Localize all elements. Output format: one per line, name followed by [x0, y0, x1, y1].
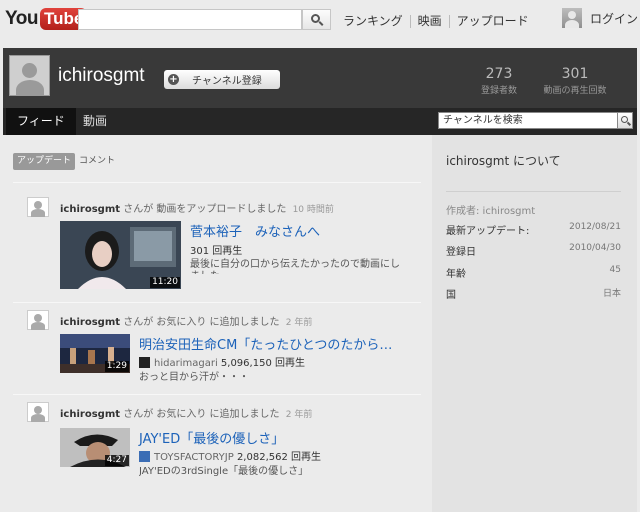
user-avatar-icon[interactable] [27, 197, 49, 217]
activity-user[interactable]: ichirosgmt [60, 409, 120, 420]
activity-action: さんが 動画をアップロードしました [123, 204, 287, 215]
activity-line: ichirosgmt さんが 動画をアップロードしました 10 時間前 [60, 200, 334, 215]
nav-movies[interactable]: 映画 [409, 15, 449, 28]
filter-comments[interactable]: コメント [75, 153, 119, 170]
video-description: おっと目から汗が・・・ [139, 372, 249, 383]
channel-header: ichirosgmt + チャンネル登録 273 登録者数 301 動画の再生回… [3, 48, 637, 108]
divider [13, 182, 421, 183]
search-icon [620, 116, 628, 123]
tab-feed[interactable]: フィード [6, 108, 76, 135]
stat-views-value: 301 [561, 66, 589, 82]
video-title[interactable]: 明治安田生命CM「たったひとつのたから… [139, 334, 392, 353]
video-description-cont: ました [190, 267, 412, 274]
activity-line: ichirosgmt さんが お気に入り に追加しました 2 年前 [60, 313, 312, 328]
activity-user[interactable]: ichirosgmt [60, 317, 120, 328]
feed-item: ichirosgmt さんが 動画をアップロードしました 10 時間前 11:2… [3, 197, 430, 297]
video-description: JAY'EDの3rdSingle「最後の優しさ」 [139, 466, 309, 477]
about-title: ichirosgmt について [446, 154, 561, 168]
stat-subscribers: 273 登録者数 [476, 66, 522, 96]
activity-action: さんが お気に入り に追加しました [123, 317, 280, 328]
about-value: 日本 [602, 289, 621, 299]
video-title[interactable]: JAY'ED「最後の優しさ」 [139, 428, 284, 447]
search-icon [311, 14, 320, 23]
about-value: 45 [609, 265, 621, 275]
divider [13, 302, 421, 303]
about-key: 国 [446, 290, 456, 301]
logo-you: You [5, 8, 38, 29]
about-key: 年齢 [446, 269, 466, 280]
feed-filter: アップデート コメント [13, 153, 119, 170]
activity-time: 2 年前 [285, 410, 313, 420]
stat-views-label: 動画の再生回数 [543, 86, 607, 96]
user-avatar-icon[interactable] [27, 310, 49, 330]
channel-tabs: フィード 動画 チャンネルを検索 [3, 108, 637, 135]
tab-videos[interactable]: 動画 [72, 108, 118, 135]
top-bar: You Tube ランキング 映画 アップロード ログイン [0, 0, 640, 44]
youtube-logo[interactable]: You Tube [5, 7, 88, 31]
user-avatar-icon [562, 8, 582, 28]
activity-time: 10 時間前 [292, 205, 334, 215]
nav-upload[interactable]: アップロード [448, 15, 536, 28]
about-value: 2012/08/21 [569, 222, 621, 232]
stat-subscribers-value: 273 [485, 66, 513, 82]
divider [13, 394, 421, 395]
stat-subscribers-label: 登録者数 [480, 86, 517, 96]
video-duration: 11:20 [150, 277, 180, 288]
channel-search-input[interactable]: チャンネルを検索 [438, 112, 618, 129]
video-thumbnail[interactable]: 1:29 [60, 334, 130, 373]
activity-action: さんが お気に入り に追加しました [123, 409, 280, 420]
stat-views: 301 動画の再生回数 [540, 66, 610, 96]
subscribe-label: チャンネル登録 [192, 76, 262, 87]
subscribe-button[interactable]: + チャンネル登録 [164, 70, 280, 89]
video-duration: 4:27 [104, 455, 129, 466]
search-input[interactable] [78, 9, 302, 30]
feed-item: ichirosgmt さんが お気に入り に追加しました 2 年前 4:27 J… [3, 402, 430, 482]
nav-ranking[interactable]: ランキング [343, 15, 410, 28]
activity-time: 2 年前 [285, 318, 313, 328]
uploader-avatar-icon [139, 357, 150, 368]
video-title[interactable]: 菅本裕子 みなさんへ [190, 221, 320, 240]
about-key: 作成者: ichirosgmt [446, 206, 536, 217]
video-meta: TOYSFACTORYJP 2,082,562 回再生 [139, 448, 321, 463]
about-key: 登録日 [446, 247, 476, 258]
channel-avatar[interactable] [9, 55, 50, 96]
video-duration: 1:29 [104, 361, 129, 372]
feed-item: ichirosgmt さんが お気に入り に追加しました 2 年前 1:29 明… [3, 310, 430, 390]
video-thumbnail[interactable]: 4:27 [60, 428, 130, 467]
divider [446, 191, 621, 192]
video-views-label: 回再生 [275, 358, 305, 369]
about-key: 最新アップデート: [446, 226, 530, 237]
activity-user[interactable]: ichirosgmt [60, 204, 120, 215]
video-thumbnail[interactable]: 11:20 [60, 221, 181, 289]
activity-line: ichirosgmt さんが お気に入り に追加しました 2 年前 [60, 405, 312, 420]
channel-name[interactable]: ichirosgmt [58, 65, 145, 87]
uploader-avatar-icon [139, 451, 150, 462]
feed-panel: アップデート コメント ichirosgmt さんが 動画をアップロードしました… [3, 135, 430, 512]
channel-search-button[interactable] [617, 112, 633, 129]
top-nav: ランキング 映画 アップロード [343, 15, 536, 28]
filter-updates[interactable]: アップデート [13, 153, 76, 170]
login-area[interactable]: ログイン [562, 8, 638, 28]
about-panel: ichirosgmt について 作成者: ichirosgmt 最新アップデート… [432, 135, 637, 512]
plus-icon: + [168, 74, 179, 85]
video-meta: hidarimagari 5,096,150 回再生 [139, 354, 305, 369]
search-button[interactable] [302, 9, 331, 30]
login-link[interactable]: ログイン [590, 10, 638, 27]
about-value: 2010/04/30 [569, 243, 621, 253]
user-avatar-icon[interactable] [27, 402, 49, 422]
